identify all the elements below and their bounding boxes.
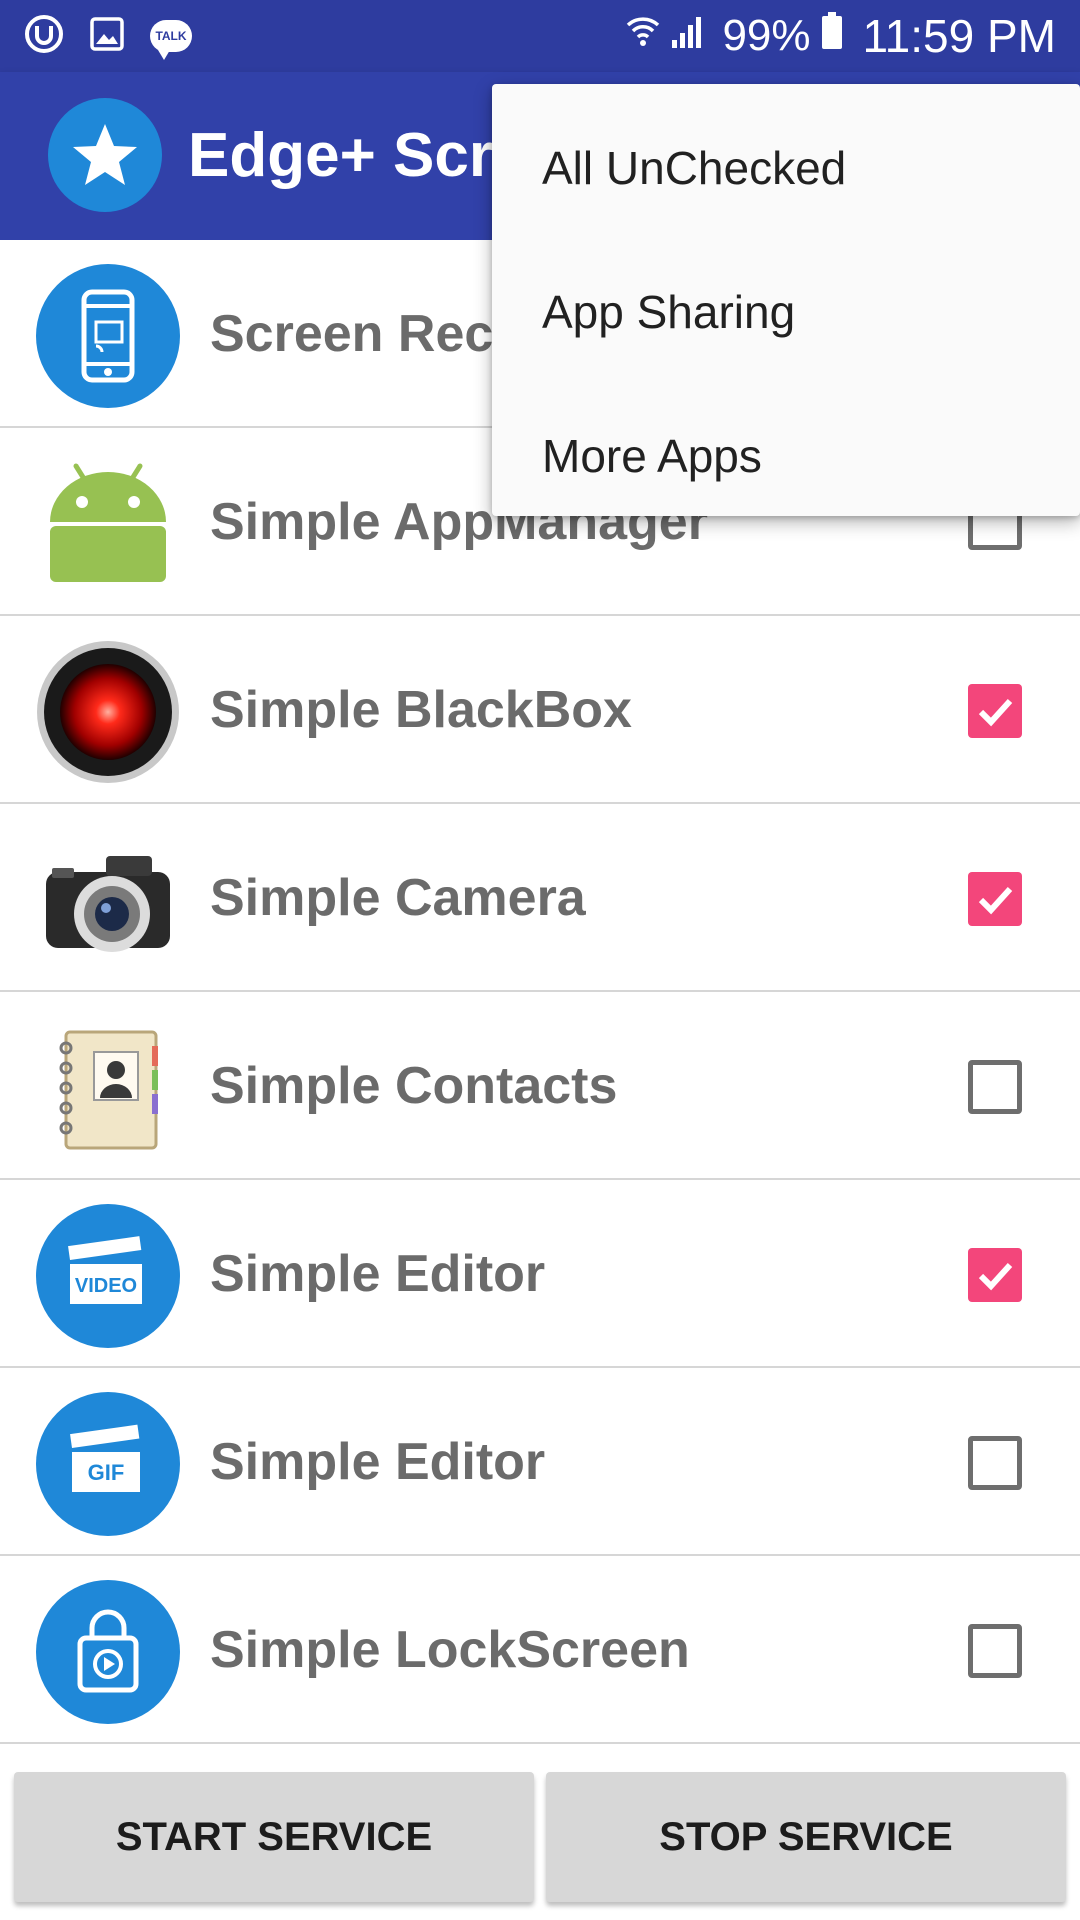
menu-item-more-apps[interactable]: More Apps [492, 384, 1080, 528]
list-item[interactable]: GIF Simple Editor [0, 1368, 1080, 1556]
battery-icon [821, 11, 843, 61]
bottom-bar: START SERVICE STOP SERVICE [0, 1750, 1080, 1920]
stop-service-button[interactable]: STOP SERVICE [546, 1772, 1066, 1902]
status-bar: TALK 99% 11:59 PM [0, 0, 1080, 72]
start-service-button[interactable]: START SERVICE [14, 1772, 534, 1902]
star-icon [48, 98, 162, 212]
gallery-icon [90, 16, 124, 56]
contacts-book-icon [36, 1016, 180, 1160]
item-label: Simple Contacts [210, 1057, 618, 1115]
item-label: Simple Camera [210, 869, 586, 927]
video-icon-text: VIDEO [75, 1275, 137, 1297]
wifi-icon [626, 11, 660, 62]
lock-play-icon [36, 1580, 180, 1724]
item-checkbox[interactable] [968, 1624, 1022, 1678]
list-item[interactable]: Simple BlackBox [0, 616, 1080, 804]
list-item[interactable]: VIDEO Simple Editor [0, 1180, 1080, 1368]
item-checkbox[interactable] [968, 872, 1022, 926]
menu-item-all-unchecked[interactable]: All UnChecked [492, 96, 1080, 240]
item-checkbox[interactable] [968, 1248, 1022, 1302]
overflow-menu: All UnChecked App Sharing More Apps [492, 84, 1080, 516]
status-notification-icons: TALK [24, 12, 192, 60]
list-item[interactable]: Simple LockScreen [0, 1556, 1080, 1744]
menu-item-app-sharing[interactable]: App Sharing [492, 240, 1080, 384]
video-clapper-icon: VIDEO [36, 1204, 180, 1348]
camera-icon [36, 828, 180, 972]
status-time: 11:59 PM [862, 10, 1056, 62]
gif-icon-text: GIF [88, 1460, 125, 1485]
item-checkbox[interactable] [968, 1436, 1022, 1490]
item-label: Simple BlackBox [210, 681, 632, 739]
android-icon [36, 452, 180, 596]
list-item[interactable]: Simple Contacts [0, 992, 1080, 1180]
item-label: Simple Editor [210, 1245, 546, 1303]
red-lens-icon [36, 640, 180, 784]
battery-percent: 99% [722, 11, 811, 60]
list-item[interactable]: Simple Camera [0, 804, 1080, 992]
u-plus-icon [24, 14, 64, 59]
item-checkbox[interactable] [968, 684, 1022, 738]
screen-cast-phone-icon [36, 264, 180, 408]
status-system-icons: 99% 11:59 PM [626, 10, 1056, 62]
item-label: Simple Editor [210, 1433, 546, 1491]
signal-icon [670, 11, 706, 61]
gif-clapper-icon: GIF [36, 1392, 180, 1536]
item-checkbox[interactable] [968, 1060, 1022, 1114]
talk-icon: TALK [150, 20, 192, 60]
item-label: Simple LockScreen [210, 1621, 690, 1679]
